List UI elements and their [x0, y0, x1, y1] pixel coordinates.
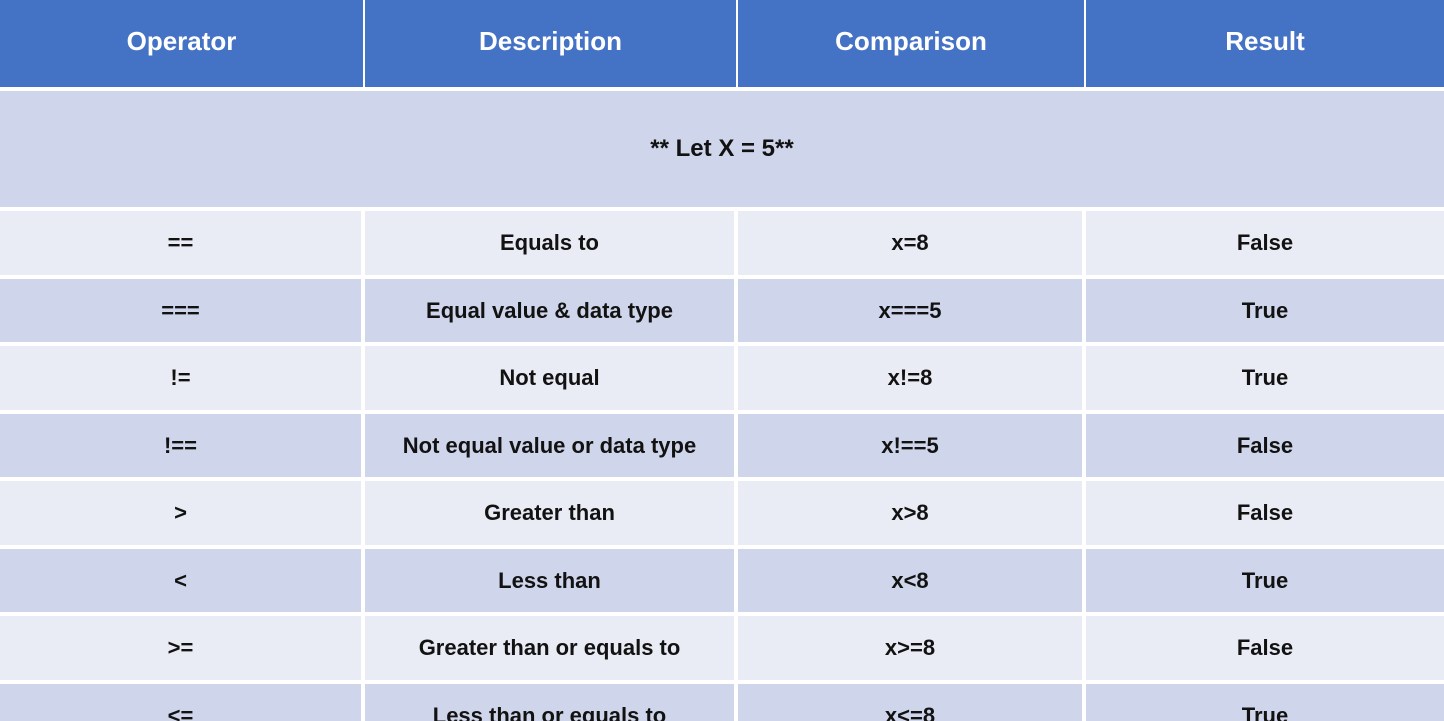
- cell-operator: >: [0, 481, 365, 549]
- cell-description: Less than: [365, 549, 738, 617]
- cell-comparison: x=8: [738, 211, 1086, 279]
- cell-result: True: [1086, 549, 1444, 617]
- cell-result: True: [1086, 684, 1444, 721]
- cell-comparison: x!=8: [738, 346, 1086, 414]
- cell-description: Not equal: [365, 346, 738, 414]
- cell-description: Greater than or equals to: [365, 616, 738, 684]
- table-row: !== Not equal value or data type x!==5 F…: [0, 414, 1444, 482]
- col-header-operator: Operator: [0, 0, 365, 91]
- cell-operator: <: [0, 549, 365, 617]
- cell-comparison: x>=8: [738, 616, 1086, 684]
- cell-result: False: [1086, 414, 1444, 482]
- cell-operator: !==: [0, 414, 365, 482]
- cell-result: False: [1086, 211, 1444, 279]
- cell-description: Less than or equals to: [365, 684, 738, 721]
- table-row: > Greater than x>8 False: [0, 481, 1444, 549]
- cell-result: False: [1086, 481, 1444, 549]
- cell-comparison: x>8: [738, 481, 1086, 549]
- cell-operator: !=: [0, 346, 365, 414]
- table-row: == Equals to x=8 False: [0, 211, 1444, 279]
- cell-comparison: x!==5: [738, 414, 1086, 482]
- table-row: <= Less than or equals to x<=8 True: [0, 684, 1444, 721]
- cell-description: Greater than: [365, 481, 738, 549]
- table-row: != Not equal x!=8 True: [0, 346, 1444, 414]
- cell-description: Equals to: [365, 211, 738, 279]
- cell-result: True: [1086, 346, 1444, 414]
- cell-comparison: x<8: [738, 549, 1086, 617]
- table-row: >= Greater than or equals to x>=8 False: [0, 616, 1444, 684]
- cell-comparison: x<=8: [738, 684, 1086, 721]
- cell-operator: ===: [0, 279, 365, 347]
- cell-description: Equal value & data type: [365, 279, 738, 347]
- cell-operator: >=: [0, 616, 365, 684]
- comparison-operators-table: Operator Description Comparison Result *…: [0, 0, 1444, 721]
- assumption-text: ** Let X = 5**: [0, 91, 1444, 211]
- cell-result: True: [1086, 279, 1444, 347]
- cell-description: Not equal value or data type: [365, 414, 738, 482]
- cell-result: False: [1086, 616, 1444, 684]
- col-header-comparison: Comparison: [738, 0, 1086, 91]
- table-row: === Equal value & data type x===5 True: [0, 279, 1444, 347]
- col-header-result: Result: [1086, 0, 1444, 91]
- assumption-row: ** Let X = 5**: [0, 91, 1444, 211]
- table-header-row: Operator Description Comparison Result: [0, 0, 1444, 91]
- cell-comparison: x===5: [738, 279, 1086, 347]
- table-row: < Less than x<8 True: [0, 549, 1444, 617]
- col-header-description: Description: [365, 0, 738, 91]
- cell-operator: ==: [0, 211, 365, 279]
- cell-operator: <=: [0, 684, 365, 721]
